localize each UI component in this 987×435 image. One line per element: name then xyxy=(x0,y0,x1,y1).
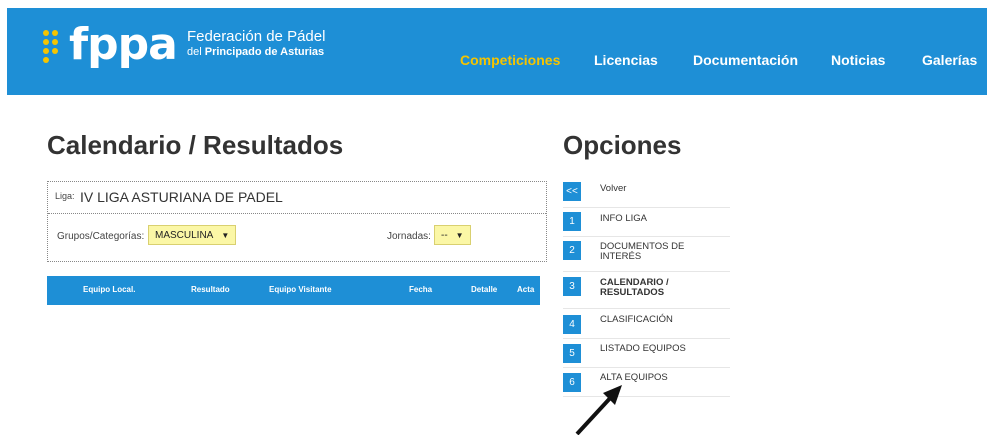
chevron-down-icon: ▼ xyxy=(221,231,230,240)
options-title: Opciones xyxy=(563,130,682,160)
option-label: LISTADO EQUIPOS xyxy=(600,343,686,354)
chevron-down-icon: ▼ xyxy=(455,231,464,240)
option-label: Volver xyxy=(600,183,627,194)
nav-noticias[interactable]: Noticias xyxy=(831,52,885,68)
option-label: ALTA EQUIPOS xyxy=(600,372,668,383)
col-acta: Acta xyxy=(517,285,535,294)
liga-label: Liga: xyxy=(55,191,75,201)
option-number-badge: 2 xyxy=(563,241,581,260)
col-equipo-local: Equipo Local. xyxy=(83,285,136,294)
option-number-badge: 5 xyxy=(563,344,581,363)
option-label: CLASIFICACIÓN xyxy=(600,314,673,325)
liga-value: IV LIGA ASTURIANA DE PADEL xyxy=(80,189,283,205)
option-label: DOCUMENTOS DE INTERÉS xyxy=(600,241,685,262)
logo-federation-name: Federación de Pádel xyxy=(187,28,326,45)
option-number-badge: 4 xyxy=(563,315,581,334)
grupos-selected-value: MASCULINA xyxy=(155,230,214,241)
option-listado-equipos[interactable]: 5 LISTADO EQUIPOS xyxy=(563,338,730,368)
pointer-arrow-icon xyxy=(575,385,622,435)
results-table-header: Equipo Local. Resultado Equipo Visitante… xyxy=(47,276,540,305)
option-number-badge: << xyxy=(563,182,581,201)
option-number-badge: 1 xyxy=(563,212,581,231)
grupos-select[interactable]: MASCULINA ▼ xyxy=(148,225,237,245)
logo-region-name: del Principado de Asturias xyxy=(187,46,325,58)
liga-row: Liga: IV LIGA ASTURIANA DE PADEL xyxy=(48,182,546,214)
site-header: fppa Federación de Pádel del Principado … xyxy=(7,8,987,95)
grupos-label: Grupos/Categorías: xyxy=(57,231,145,242)
nav-licencias[interactable]: Licencias xyxy=(594,52,658,68)
col-detalle: Detalle xyxy=(471,285,498,294)
filter-panel: Liga: IV LIGA ASTURIANA DE PADEL Grupos/… xyxy=(47,181,547,262)
col-equipo-visitante: Equipo Visitante xyxy=(269,285,332,294)
page-title: Calendario / Resultados xyxy=(47,130,344,160)
logo-dots-icon xyxy=(43,30,65,63)
jornadas-select[interactable]: -- ▼ xyxy=(434,225,471,245)
option-clasificacion[interactable]: 4 CLASIFICACIÓN xyxy=(563,309,730,339)
option-label-active: CALENDARIO / RESULTADOS xyxy=(600,277,669,298)
nav-competiciones[interactable]: Competiciones xyxy=(460,52,560,68)
option-calendario[interactable]: 3 CALENDARIO / RESULTADOS xyxy=(563,272,730,309)
option-label: INFO LIGA xyxy=(600,213,647,224)
jornadas-selected-value: -- xyxy=(441,230,448,241)
option-info-liga[interactable]: 1 INFO LIGA xyxy=(563,207,730,237)
logo-wordmark: fppa xyxy=(69,19,178,70)
nav-galerias[interactable]: Galerías xyxy=(922,52,977,68)
col-fecha: Fecha xyxy=(409,285,433,294)
option-documentos[interactable]: 2 DOCUMENTOS DE INTERÉS xyxy=(563,236,730,272)
option-volver[interactable]: << Volver xyxy=(563,178,730,208)
col-resultado: Resultado xyxy=(191,285,230,294)
nav-documentacion[interactable]: Documentación xyxy=(693,52,798,68)
option-number-badge: 3 xyxy=(563,277,581,296)
jornadas-label: Jornadas: xyxy=(387,231,431,242)
